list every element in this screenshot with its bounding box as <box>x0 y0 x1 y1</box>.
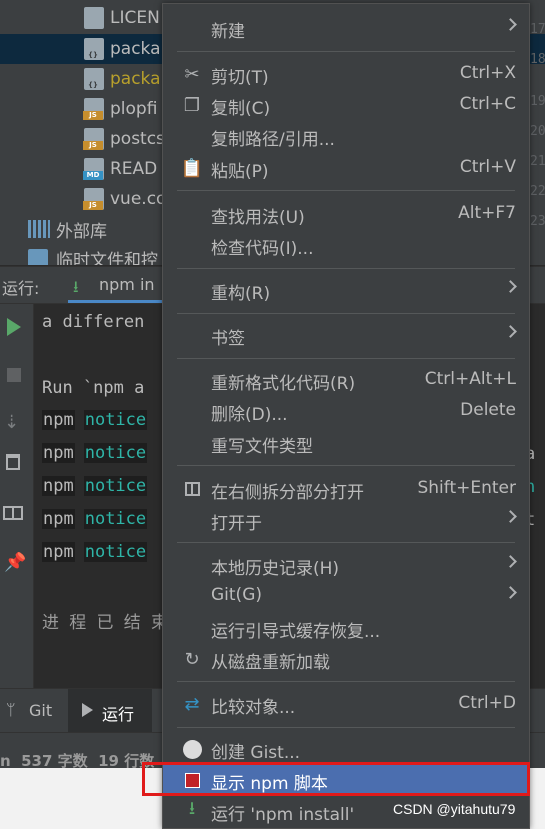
line-number: 20 <box>530 124 545 139</box>
text-file-icon <box>84 7 104 29</box>
menu-item-open-split-right[interactable]: 在右侧拆分部分打开 Shift+Enter <box>163 474 529 504</box>
reload-icon: ↻ <box>184 648 200 670</box>
annotation-highlight-box <box>142 762 530 796</box>
json-file-icon: {} <box>84 68 104 90</box>
menu-item-local-history[interactable]: 本地历史记录(H) <box>163 550 529 580</box>
menu-item-open-in[interactable]: 打开于 <box>163 505 529 535</box>
run-toolbar: ⇣ 📌 <box>0 304 34 688</box>
console-line: a differen <box>42 312 145 332</box>
menu-separator <box>177 190 515 191</box>
git-branch-icon: ᛘ <box>6 700 16 719</box>
js-file-icon: JS <box>83 98 104 120</box>
layout-icon[interactable] <box>3 506 23 520</box>
console-line: npm notice <box>42 476 148 496</box>
menu-item-inspect-code[interactable]: 检查代码(I)... <box>163 230 529 260</box>
pin-icon[interactable]: 📌 <box>4 552 26 573</box>
line-number: 21 <box>530 154 545 169</box>
menu-separator <box>177 313 515 314</box>
submenu-arrow-icon <box>504 510 517 523</box>
run-label: 运行: <box>2 279 40 298</box>
menu-item-reload-from-disk[interactable]: ↻ 从磁盘重新加载 <box>163 644 529 674</box>
console-line: Run `npm a <box>42 378 145 398</box>
scratch-icon <box>28 249 48 265</box>
line-number: 23 <box>530 214 545 229</box>
scissors-icon: ✂ <box>184 63 200 85</box>
menu-separator <box>177 542 515 543</box>
menu-item-paste[interactable]: 📋 粘贴(P) Ctrl+V <box>163 153 529 183</box>
clipboard-icon: 📋 <box>180 157 204 179</box>
submenu-arrow-icon <box>504 18 517 31</box>
menu-item-copy[interactable]: ❐ 复制(C) Ctrl+C <box>163 90 529 120</box>
submenu-arrow-icon <box>504 555 517 568</box>
run-tab[interactable]: ⭳ npm in <box>68 267 168 303</box>
console-line: npm notice <box>42 410 148 430</box>
download-icon: ⭳ <box>73 277 79 296</box>
js-file-icon: JS <box>83 128 104 150</box>
console-line: npm notice <box>42 443 148 463</box>
copy-icon: ❐ <box>183 94 201 116</box>
stop-icon[interactable] <box>7 368 21 382</box>
context-menu: 新建 ✂ 剪切(T) Ctrl+X ❐ 复制(C) Ctrl+C 复制路径/引用... … <box>162 3 530 829</box>
menu-separator <box>177 465 515 466</box>
menu-item-cache-recovery[interactable]: 运行引导式缓存恢复... <box>163 613 529 643</box>
library-icon <box>28 220 50 238</box>
compare-icon: ⇄ <box>184 693 200 715</box>
markdown-file-icon: MD <box>83 158 104 180</box>
menu-separator <box>177 268 515 269</box>
menu-item-delete[interactable]: 删除(D)... Delete <box>163 396 529 426</box>
line-number: 18 <box>530 52 545 67</box>
line-number: 17 <box>530 22 545 37</box>
menu-item-reformat-code[interactable]: 重新格式化代码(R) Ctrl+Alt+L <box>163 365 529 395</box>
menu-separator <box>177 681 515 682</box>
menu-separator <box>177 727 515 728</box>
split-icon <box>181 478 203 500</box>
json-file-icon: {} <box>84 38 104 60</box>
js-file-icon: JS <box>83 188 104 210</box>
menu-item-refactor[interactable]: 重构(R) <box>163 275 529 305</box>
run-bottom-tab[interactable]: 运行 <box>68 689 152 732</box>
scroll-to-end-icon[interactable]: ⇣ <box>4 412 19 433</box>
line-number: 22 <box>530 184 545 199</box>
menu-item-find-usages[interactable]: 查找用法(U) Alt+F7 <box>163 199 529 229</box>
github-icon <box>181 738 203 760</box>
git-tab[interactable]: ᛘ Git <box>0 689 66 732</box>
trash-icon[interactable] <box>6 454 20 470</box>
menu-item-cut[interactable]: ✂ 剪切(T) Ctrl+X <box>163 59 529 89</box>
submenu-arrow-icon <box>504 280 517 293</box>
menu-item-create-gist[interactable]: 创建 Gist... <box>163 734 529 764</box>
menu-item-override-file-type[interactable]: 重写文件类型 <box>163 428 529 458</box>
menu-separator <box>177 358 515 359</box>
watermark: CSDN @yitahutu79 <box>393 801 516 817</box>
rerun-icon[interactable] <box>7 318 21 336</box>
menu-item-new[interactable]: 新建 <box>163 13 529 43</box>
line-number: 19 <box>530 94 545 109</box>
play-icon <box>82 703 93 717</box>
process-finished-line: 进 程 已 结 束 <box>42 613 168 633</box>
menu-item-bookmarks[interactable]: 书签 <box>163 320 529 350</box>
submenu-arrow-icon <box>504 325 517 338</box>
console-line: npm notice <box>42 509 148 529</box>
menu-item-compare-with[interactable]: ⇄ 比较对象... Ctrl+D <box>163 689 529 719</box>
submenu-arrow-icon <box>504 586 517 599</box>
download-icon: ⭳ <box>188 798 196 819</box>
menu-item-copy-path[interactable]: 复制路径/引用... <box>163 121 529 151</box>
menu-separator <box>177 51 515 52</box>
console-line: npm notice <box>42 542 148 562</box>
menu-item-git[interactable]: Git(G) <box>163 581 529 611</box>
